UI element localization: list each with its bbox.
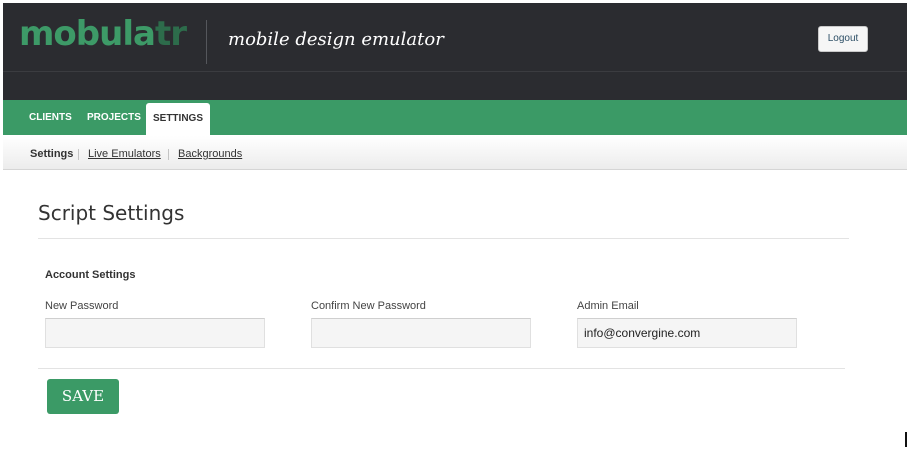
subnav-separator (168, 149, 169, 160)
confirm-password-label: Confirm New Password (311, 300, 426, 312)
confirm-password-input[interactable] (311, 318, 531, 348)
tab-projects[interactable]: PROJECTS (87, 100, 141, 135)
title-divider (38, 238, 849, 239)
form-divider (38, 368, 845, 369)
page-title: Script Settings (38, 201, 185, 225)
app-header: mobulatr mobile design emulator Logout (3, 3, 907, 72)
section-label-account-settings: Account Settings (45, 269, 136, 281)
subnav-item-live-emulators[interactable]: Live Emulators (88, 148, 161, 160)
tab-clients[interactable]: CLIENTS (29, 100, 72, 135)
tab-settings[interactable]: SETTINGS (146, 103, 210, 135)
logo-divider (206, 20, 207, 64)
admin-email-input[interactable] (577, 318, 797, 348)
header-band (3, 72, 907, 100)
admin-email-label: Admin Email (577, 300, 639, 312)
logout-button[interactable]: Logout (818, 26, 868, 52)
logo-text-fade: tr (154, 14, 187, 54)
logo-text-main: mobula (19, 14, 156, 54)
main-nav: CLIENTS PROJECTS SETTINGS (3, 100, 907, 135)
app-window: mobulatr mobile design emulator Logout C… (0, 0, 911, 473)
subnav-separator (78, 149, 79, 160)
subnav-item-backgrounds[interactable]: Backgrounds (178, 148, 242, 160)
text-cursor-icon (905, 432, 907, 447)
new-password-label: New Password (45, 300, 119, 312)
subnav-item-settings[interactable]: Settings (30, 148, 73, 160)
sub-nav: Settings Live Emulators Backgrounds (3, 136, 907, 170)
tagline: mobile design emulator (228, 29, 444, 50)
new-password-input[interactable] (45, 318, 265, 348)
logo[interactable]: mobulatr (19, 14, 187, 54)
save-button[interactable]: SAVE (47, 379, 119, 414)
